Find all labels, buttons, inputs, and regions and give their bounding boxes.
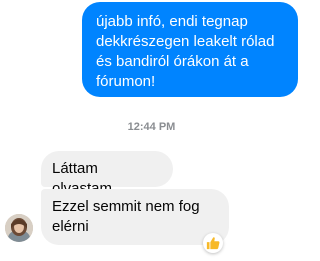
avatar-image <box>5 214 33 242</box>
thumbs-up-icon <box>206 237 220 250</box>
incoming-message-bubble[interactable]: Láttam olvastam <box>41 151 173 197</box>
incoming-message-bubble[interactable]: Ezzel semmit nem fog elérni <box>41 189 229 245</box>
message-timestamp: 12:44 PM <box>127 121 176 133</box>
avatar[interactable] <box>5 214 33 242</box>
outgoing-message-bubble[interactable]: újabb infó, endi tegnap dekkrészegen lea… <box>82 2 298 97</box>
reaction-badge[interactable] <box>203 233 223 253</box>
